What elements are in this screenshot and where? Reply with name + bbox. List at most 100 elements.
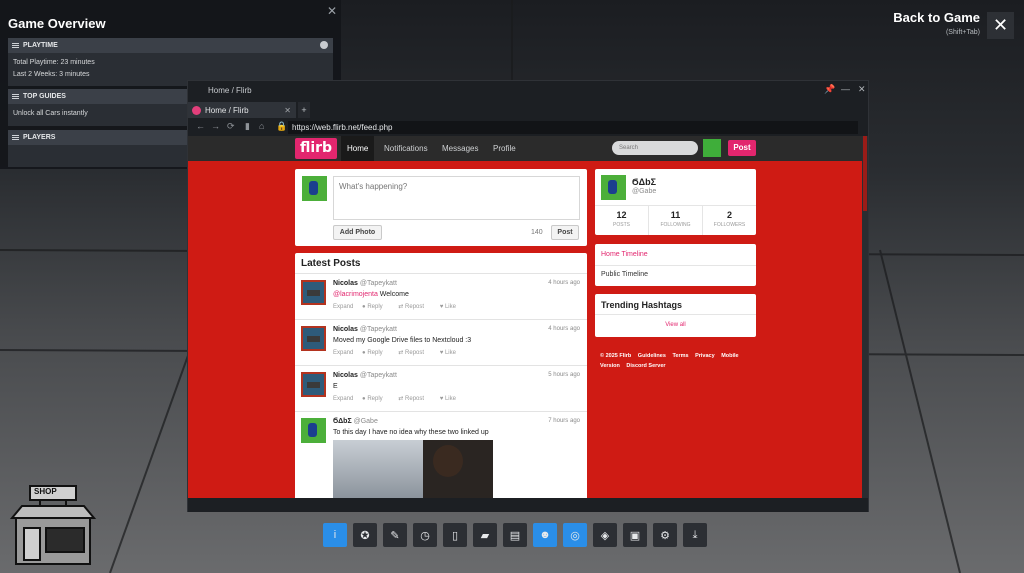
post-author[interactable]: ϬΔbƩ <box>333 418 352 425</box>
guides-icon[interactable]: ▯ <box>443 523 467 547</box>
chat-icon[interactable]: ▤ <box>503 523 527 547</box>
like-link[interactable]: ♥ Like <box>440 350 463 356</box>
repost-link[interactable]: ⇄ Repost <box>398 304 431 310</box>
repost-link[interactable]: ⇄ Repost <box>398 350 431 356</box>
stat-following[interactable]: 11 FOLLOWING <box>649 206 703 235</box>
footer-discord[interactable]: Discord Server <box>626 363 665 369</box>
recent-icon[interactable]: ◷ <box>413 523 437 547</box>
repost-link[interactable]: ⇄ Repost <box>398 396 431 402</box>
post-author[interactable]: Nicolas <box>333 372 358 379</box>
browser-tab[interactable]: Home / Flirb ✕ <box>188 102 296 118</box>
avatar[interactable] <box>301 372 326 397</box>
expand-link[interactable]: Expand <box>333 350 353 356</box>
flirb-logo[interactable]: flirb <box>295 138 337 159</box>
nav-notifications[interactable]: Notifications <box>384 136 428 161</box>
info-icon[interactable]: i <box>323 523 347 547</box>
browser-icon[interactable]: ◎ <box>563 523 587 547</box>
back-to-game-shortcut: (Shift+Tab) <box>945 29 980 36</box>
playtime-header[interactable]: PLAYTIME <box>8 38 333 53</box>
back-to-game-label[interactable]: Back to Game <box>890 10 980 25</box>
recording-icon[interactable]: ▣ <box>623 523 647 547</box>
overview-title: Game Overview <box>8 16 106 31</box>
compose-post-button[interactable]: Post <box>551 225 579 240</box>
avatar <box>302 176 327 201</box>
post-author[interactable]: Nicolas <box>333 280 358 287</box>
close-window-icon[interactable]: ✕ <box>858 84 866 95</box>
compose-input[interactable] <box>333 176 580 220</box>
flirb-favicon-icon <box>192 105 201 115</box>
expand-link[interactable]: Expand <box>333 396 353 402</box>
home-timeline-link[interactable]: Home Timeline <box>601 251 648 258</box>
avatar[interactable] <box>301 418 326 443</box>
forward-arrow-icon[interactable]: → <box>211 121 220 131</box>
user-avatar[interactable] <box>703 139 721 157</box>
home-icon[interactable]: ⌂ <box>259 121 264 131</box>
notes-icon[interactable]: ✎ <box>383 523 407 547</box>
profile-handle: @Gabe <box>632 188 657 195</box>
post-author[interactable]: Nicolas <box>333 326 358 333</box>
search-input[interactable]: Search <box>612 141 698 155</box>
menu-icon <box>12 43 19 48</box>
page-scrollbar[interactable] <box>862 136 868 498</box>
latest-posts-card: Latest Posts Nicolas @Tapeykatt 4 hours … <box>295 253 587 498</box>
stat-posts[interactable]: 12 POSTS <box>595 206 649 235</box>
expand-link[interactable]: Expand <box>333 304 353 310</box>
list-item[interactable]: Nicolas @Tapeykatt 4 hours ago @lacrimoj… <box>295 273 587 319</box>
close-tab-icon[interactable]: ✕ <box>284 106 291 115</box>
list-item[interactable]: ϬΔbƩ @Gabe 7 hours ago To this day I hav… <box>295 411 587 498</box>
stat-followers[interactable]: 2 FOLLOWERS <box>703 206 756 235</box>
list-item[interactable]: Nicolas @Tapeykatt 4 hours ago Moved my … <box>295 319 587 365</box>
shop-icon[interactable]: SHOP <box>8 484 98 568</box>
minimize-icon[interactable]: — <box>841 84 850 94</box>
reply-link[interactable]: ● Reply <box>362 350 390 356</box>
close-overlay-icon[interactable]: ✕ <box>987 12 1014 39</box>
nav-messages[interactable]: Messages <box>442 136 478 161</box>
url-bar[interactable]: https://web.flirb.net/feed.php <box>288 121 858 134</box>
reply-link[interactable]: ● Reply <box>362 396 390 402</box>
controller-icon[interactable]: ◈ <box>593 523 617 547</box>
timelines-card: Home Timeline Public Timeline <box>595 244 756 286</box>
friends-icon[interactable]: ☻ <box>533 523 557 547</box>
post-handle[interactable]: @Tapeykatt <box>360 326 397 333</box>
reload-icon[interactable]: ⟳ <box>227 121 235 132</box>
reply-link[interactable]: ● Reply <box>362 304 390 310</box>
post-text: Welcome <box>377 291 409 298</box>
footer-guidelines[interactable]: Guidelines <box>638 353 666 359</box>
like-link[interactable]: ♥ Like <box>440 396 463 402</box>
achievements-icon[interactable]: ✪ <box>353 523 377 547</box>
download-icon[interactable]: ⤓ <box>683 523 707 547</box>
add-photo-button[interactable]: Add Photo <box>333 225 382 240</box>
like-link[interactable]: ♥ Like <box>440 304 463 310</box>
site-header: flirb Home Notifications Messages Profil… <box>188 136 862 161</box>
public-timeline-link[interactable]: Public Timeline <box>601 271 648 278</box>
post-handle[interactable]: @Tapeykatt <box>360 280 397 287</box>
header-post-button[interactable]: Post <box>728 140 756 156</box>
tab-bar: Home / Flirb ✕ + <box>188 102 868 118</box>
post-handle[interactable]: @Gabe <box>354 418 378 425</box>
navigation-bar: ← → ⟳ ▮ ⌂ 🔒 https://web.flirb.net/feed.p… <box>188 120 868 136</box>
mention-link[interactable]: @lacrimojenta <box>333 291 378 298</box>
avatar[interactable] <box>601 175 626 200</box>
bookmark-icon[interactable]: ▮ <box>245 121 250 132</box>
avatar[interactable] <box>301 280 326 305</box>
scrollbar-thumb[interactable] <box>863 136 867 211</box>
footer-privacy[interactable]: Privacy <box>695 353 715 359</box>
list-item[interactable]: Nicolas @Tapeykatt 5 hours ago E Expand … <box>295 365 587 411</box>
nav-profile[interactable]: Profile <box>493 136 516 161</box>
footer-terms[interactable]: Terms <box>672 353 688 359</box>
back-to-game[interactable]: Back to Game (Shift+Tab) <box>890 10 980 36</box>
discussions-icon[interactable]: ▰ <box>473 523 497 547</box>
new-tab-button[interactable]: + <box>298 102 310 118</box>
back-arrow-icon[interactable]: ← <box>196 121 205 131</box>
post-handle[interactable]: @Tapeykatt <box>360 372 397 379</box>
shop-label: SHOP <box>34 487 57 496</box>
profile-name[interactable]: ϬΔbƩ <box>632 177 656 187</box>
avatar[interactable] <box>301 326 326 351</box>
overview-close-icon[interactable]: ✕ <box>327 4 337 18</box>
view-all-link[interactable]: View all <box>595 322 756 328</box>
post-photo[interactable] <box>333 440 493 498</box>
nav-home[interactable]: Home <box>341 136 375 161</box>
pin-icon[interactable]: 📌 <box>824 84 835 95</box>
last-two-weeks: Last 2 Weeks: 3 minutes <box>13 71 90 78</box>
settings-icon[interactable]: ⚙ <box>653 523 677 547</box>
